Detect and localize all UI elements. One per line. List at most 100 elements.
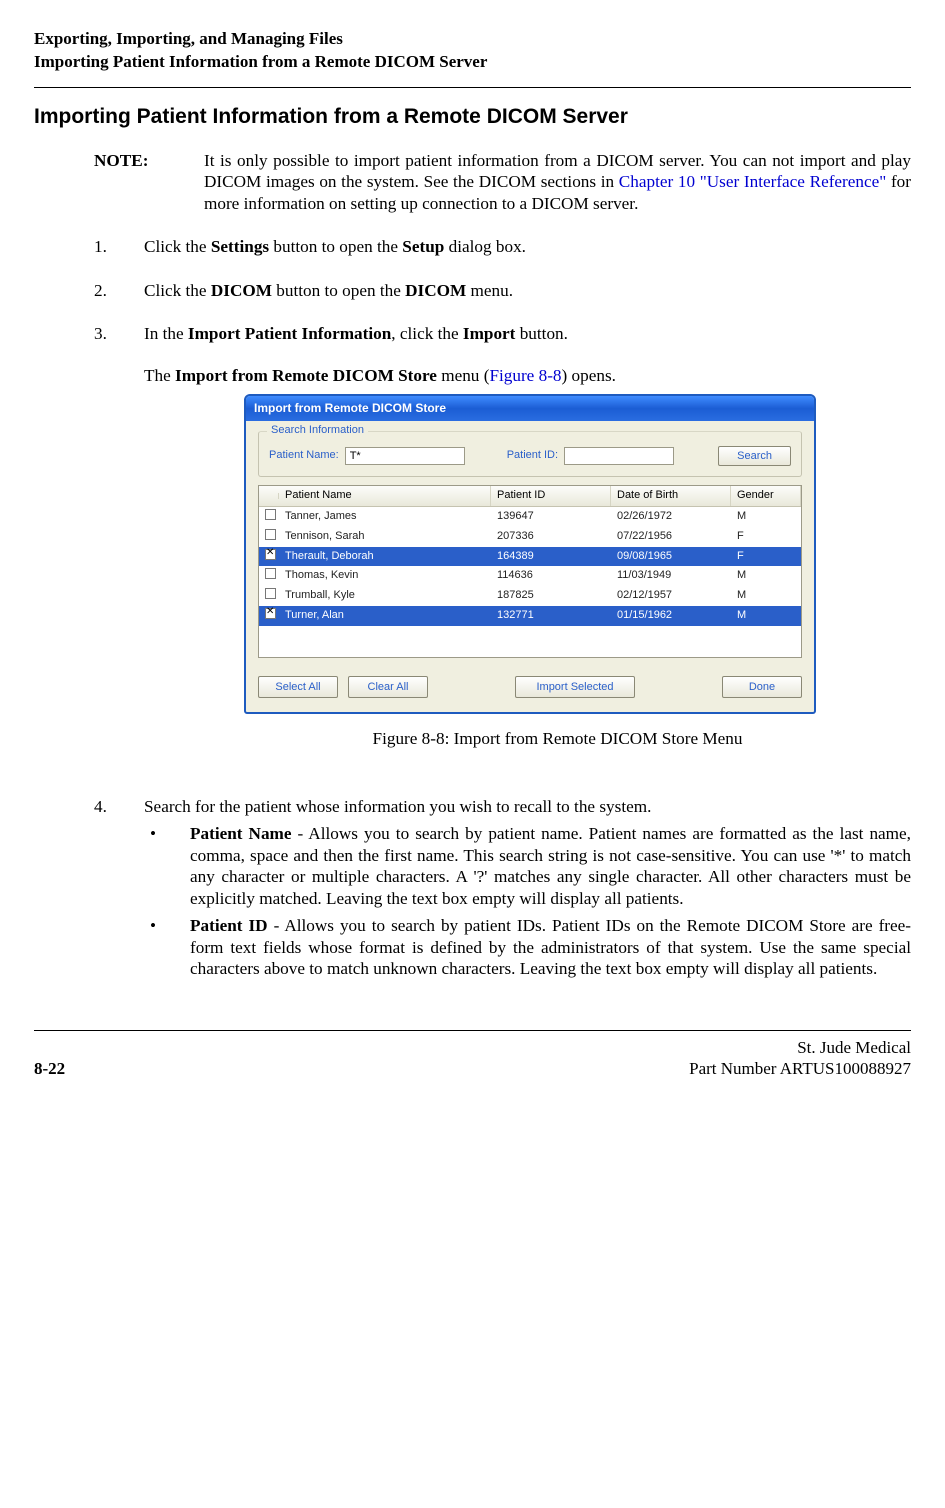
col-checkbox — [259, 493, 279, 499]
col-patient-name[interactable]: Patient Name — [279, 486, 491, 506]
row-checkbox[interactable] — [265, 568, 276, 579]
step-4-text: Search for the patient whose information… — [144, 796, 911, 818]
step-3-p2d: ) opens. — [562, 366, 616, 385]
patient-name-label: Patient Name: — [269, 449, 339, 463]
running-head-2: Importing Patient Information from a Rem… — [34, 51, 911, 72]
cell-patient-id: 132771 — [491, 607, 611, 625]
bullet-2-rest: - Allows you to search by patient IDs. P… — [190, 916, 911, 978]
bullet-1-lead: Patient Name — [190, 824, 291, 843]
step-3-p2a: The — [144, 366, 175, 385]
cell-patient-id: 164389 — [491, 548, 611, 566]
table-row[interactable]: Tennison, Sarah20733607/22/1956F — [259, 527, 801, 547]
figure-caption: Figure 8-8: Import from Remote DICOM Sto… — [204, 728, 911, 750]
table-row[interactable]: Trumball, Kyle18782502/12/1957M — [259, 586, 801, 606]
step-3-c: , click the — [391, 324, 463, 343]
note-label: NOTE: — [94, 150, 204, 215]
search-button[interactable]: Search — [718, 446, 791, 466]
step-3-b: Import Patient Information — [188, 324, 391, 343]
step-2-c: button to open the — [272, 281, 405, 300]
step-2-body: Click the DICOM button to open the DICOM… — [144, 280, 911, 302]
footer-company: St. Jude Medical — [689, 1037, 911, 1058]
search-group-legend: Search Information — [267, 424, 368, 438]
results-body: Tanner, James13964702/26/1972MTennison, … — [259, 507, 801, 657]
select-all-button[interactable]: Select All — [258, 676, 338, 698]
step-2-d: DICOM — [405, 281, 466, 300]
cell-date-of-birth: 11/03/1949 — [611, 567, 731, 585]
figure-8-8: Import from Remote DICOM Store Search In… — [244, 394, 911, 714]
import-selected-button[interactable]: Import Selected — [515, 676, 635, 698]
cell-gender: M — [731, 587, 801, 605]
step-1: 1. Click the Settings button to open the… — [94, 236, 911, 258]
search-information-group: Search Information Patient Name: Patient… — [258, 431, 802, 477]
results-header: Patient Name Patient ID Date of Birth Ge… — [259, 486, 801, 507]
row-checkbox[interactable] — [265, 529, 276, 540]
cell-patient-name: Tanner, James — [279, 508, 491, 526]
note-body: It is only possible to import patient in… — [204, 150, 911, 215]
row-checkbox[interactable] — [265, 509, 276, 520]
cell-patient-name: Therault, Deborah — [279, 548, 491, 566]
cell-patient-id: 207336 — [491, 528, 611, 546]
table-row[interactable]: Therault, Deborah16438909/08/1965F — [259, 547, 801, 567]
cell-patient-id: 139647 — [491, 508, 611, 526]
footer-part: Part Number ARTUS100088927 — [689, 1058, 911, 1079]
row-checkbox[interactable] — [265, 608, 276, 619]
done-button[interactable]: Done — [722, 676, 802, 698]
cell-patient-id: 114636 — [491, 567, 611, 585]
step-1-body: Click the Settings button to open the Se… — [144, 236, 911, 258]
top-rule — [34, 87, 911, 88]
step-3-p2c: menu ( — [437, 366, 490, 385]
cell-gender: M — [731, 567, 801, 585]
cell-gender: M — [731, 508, 801, 526]
step-3-body: In the Import Patient Information, click… — [144, 323, 911, 773]
step-3-num: 3. — [94, 323, 144, 773]
cell-gender: M — [731, 607, 801, 625]
cell-patient-name: Thomas, Kevin — [279, 567, 491, 585]
step-2-b: DICOM — [211, 281, 272, 300]
page-footer: 8-22 St. Jude Medical Part Number ARTUS1… — [34, 1030, 911, 1080]
step-1-a: Click the — [144, 237, 211, 256]
step-1-e: dialog box. — [444, 237, 526, 256]
bullet-patient-name: • Patient Name - Allows you to search by… — [144, 823, 911, 909]
page-number: 8-22 — [34, 1058, 65, 1079]
cell-patient-name: Tennison, Sarah — [279, 528, 491, 546]
bullet-1-rest: - Allows you to search by patient name. … — [190, 824, 911, 908]
step-3-p2b: Import from Remote DICOM Store — [175, 366, 437, 385]
row-checkbox[interactable] — [265, 549, 276, 560]
cell-date-of-birth: 02/12/1957 — [611, 587, 731, 605]
dialog-button-row: Select All Clear All Import Selected Don… — [258, 676, 802, 698]
bullet-patient-id: • Patient ID - Allows you to search by p… — [144, 915, 911, 980]
step-3-a: In the — [144, 324, 188, 343]
row-checkbox[interactable] — [265, 588, 276, 599]
cell-date-of-birth: 02/26/1972 — [611, 508, 731, 526]
figure-ref-link[interactable]: Figure 8-8 — [489, 366, 561, 385]
cell-date-of-birth: 07/22/1956 — [611, 528, 731, 546]
step-4-bullets: • Patient Name - Allows you to search by… — [144, 823, 911, 980]
table-row[interactable]: Thomas, Kevin11463611/03/1949M — [259, 566, 801, 586]
step-3: 3. In the Import Patient Information, cl… — [94, 323, 911, 773]
cell-gender: F — [731, 528, 801, 546]
step-1-c: button to open the — [269, 237, 402, 256]
step-3-d: Import — [463, 324, 516, 343]
step-1-d: Setup — [402, 237, 444, 256]
table-row[interactable]: Tanner, James13964702/26/1972M — [259, 507, 801, 527]
table-row[interactable]: Turner, Alan13277101/15/1962M — [259, 606, 801, 626]
running-head-1: Exporting, Importing, and Managing Files — [34, 28, 911, 49]
patient-id-input[interactable] — [564, 447, 674, 465]
step-3-e: button. — [515, 324, 568, 343]
step-1-b: Settings — [211, 237, 269, 256]
col-patient-id[interactable]: Patient ID — [491, 486, 611, 506]
patient-name-input[interactable] — [345, 447, 465, 465]
step-4-body: Search for the patient whose information… — [144, 796, 911, 980]
step-2: 2. Click the DICOM button to open the DI… — [94, 280, 911, 302]
col-date-of-birth[interactable]: Date of Birth — [611, 486, 731, 506]
col-gender[interactable]: Gender — [731, 486, 801, 506]
step-1-num: 1. — [94, 236, 144, 258]
bullet-2-lead: Patient ID — [190, 916, 268, 935]
clear-all-button[interactable]: Clear All — [348, 676, 428, 698]
step-2-num: 2. — [94, 280, 144, 302]
note-link[interactable]: Chapter 10 "User Interface Reference" — [619, 172, 886, 191]
step-4: 4. Search for the patient whose informat… — [94, 796, 911, 980]
step-2-a: Click the — [144, 281, 211, 300]
cell-gender: F — [731, 548, 801, 566]
cell-patient-id: 187825 — [491, 587, 611, 605]
